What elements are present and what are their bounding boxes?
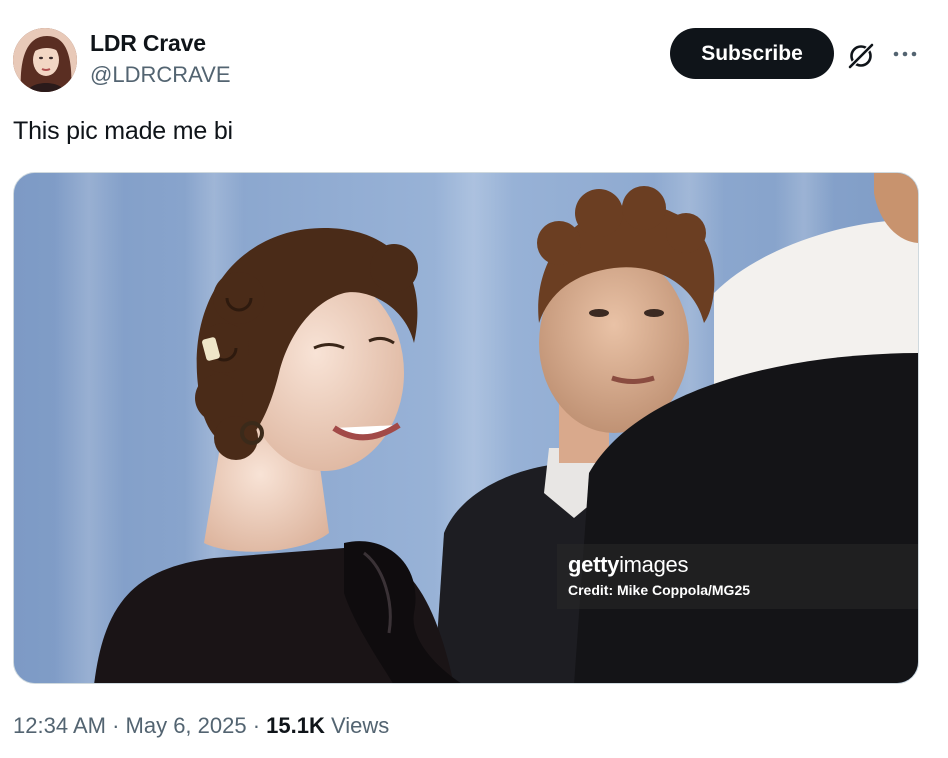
tweet-time[interactable]: 12:34 AM bbox=[13, 713, 106, 738]
tweet-text: This pic made me bi bbox=[13, 117, 233, 145]
author-handle[interactable]: @LDRCRAVE bbox=[90, 62, 231, 88]
avatar[interactable] bbox=[13, 28, 77, 92]
separator: · bbox=[246, 713, 267, 738]
tweet-card: LDR Crave @LDRCRAVE Subscribe This pic m… bbox=[0, 0, 948, 758]
grok-icon[interactable] bbox=[846, 41, 876, 71]
tweet-photo[interactable]: gettyimages Credit: Mike Coppola/MG25 bbox=[13, 172, 919, 684]
avatar-image bbox=[13, 28, 77, 92]
photo-credit: Credit: Mike Coppola/MG25 bbox=[568, 582, 751, 598]
subscribe-button[interactable]: Subscribe bbox=[670, 28, 834, 79]
tweet-meta: 12:34 AM · May 6, 2025 · 15.1K Views bbox=[13, 713, 389, 739]
views-label: Views bbox=[324, 713, 390, 738]
views-count[interactable]: 15.1K bbox=[266, 713, 325, 738]
tweet-date[interactable]: May 6, 2025 bbox=[126, 713, 247, 738]
separator: · bbox=[105, 713, 126, 738]
more-dots-icon[interactable] bbox=[892, 44, 918, 64]
getty-logo: gettyimages bbox=[568, 552, 689, 577]
getty-watermark: gettyimages Credit: Mike Coppola/MG25 bbox=[557, 544, 918, 609]
author-display-name[interactable]: LDR Crave bbox=[90, 30, 206, 57]
